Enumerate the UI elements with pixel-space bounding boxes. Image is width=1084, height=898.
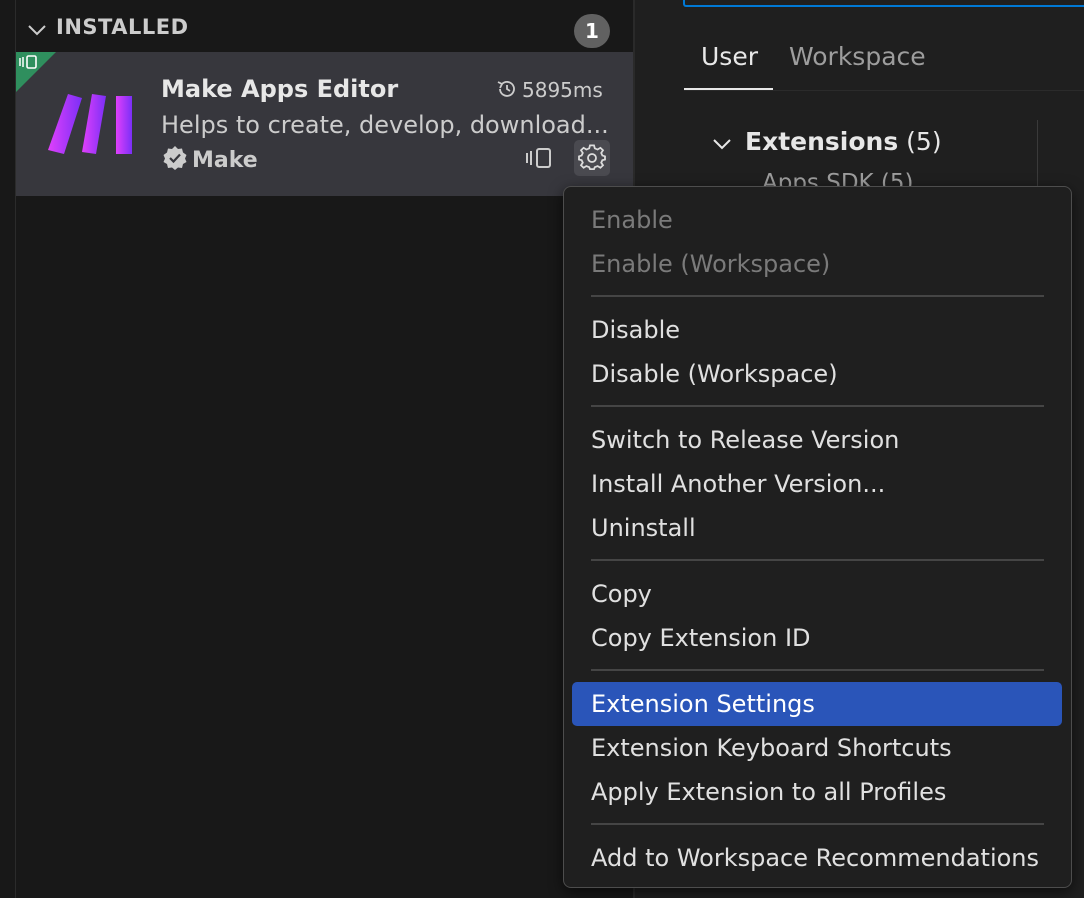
extension-description: Helps to create, develop, download... bbox=[161, 111, 609, 139]
gear-icon bbox=[578, 144, 606, 170]
chevron-down-icon[interactable] bbox=[711, 133, 733, 155]
activity-bar bbox=[0, 0, 16, 898]
menu-separator bbox=[591, 559, 1044, 561]
menu-separator bbox=[591, 823, 1044, 825]
menu-item-label: Uninstall bbox=[591, 514, 696, 542]
verified-badge-icon bbox=[163, 146, 187, 170]
activation-time: 5895ms bbox=[496, 78, 603, 102]
menu-item-label: Switch to Release Version bbox=[591, 426, 900, 454]
activation-time-value: 5895ms bbox=[522, 78, 603, 102]
menu-item-install-another-version[interactable]: Install Another Version... bbox=[572, 462, 1062, 506]
menu-item-label: Add to Workspace Recommendations bbox=[591, 844, 1040, 872]
settings-search-input[interactable] bbox=[683, 0, 1084, 7]
menu-item-label: Install Another Version... bbox=[591, 470, 886, 498]
menu-item-enable-workspace[interactable]: Enable (Workspace) bbox=[572, 242, 1062, 286]
menu-item-switch-release[interactable]: Switch to Release Version bbox=[572, 418, 1062, 462]
menu-item-copy-extension-id[interactable]: Copy Extension ID bbox=[572, 616, 1062, 660]
menu-separator bbox=[591, 405, 1044, 407]
remote-icon bbox=[19, 55, 37, 69]
menu-item-label: Disable bbox=[591, 316, 681, 344]
menu-item-add-workspace-recommendations[interactable]: Add to Workspace Recommendations bbox=[572, 836, 1062, 880]
menu-item-disable[interactable]: Disable bbox=[572, 308, 1062, 352]
tab-divider bbox=[684, 90, 1084, 91]
context-menu: Enable Enable (Workspace) Disable Disabl… bbox=[563, 186, 1072, 888]
menu-item-label: Apply Extension to all Profiles bbox=[591, 778, 947, 806]
tab-workspace[interactable]: Workspace bbox=[789, 42, 926, 71]
make-logo-icon bbox=[48, 94, 132, 154]
menu-item-enable[interactable]: Enable bbox=[572, 198, 1062, 242]
manage-gear-button[interactable] bbox=[574, 140, 610, 176]
menu-separator bbox=[591, 295, 1044, 297]
section-title: INSTALLED bbox=[56, 15, 189, 39]
extension-name: Make Apps Editor bbox=[161, 75, 399, 103]
tab-user[interactable]: User bbox=[701, 42, 758, 71]
publisher[interactable]: Make bbox=[162, 145, 258, 173]
menu-item-apply-all-profiles[interactable]: Apply Extension to all Profiles bbox=[572, 770, 1062, 814]
menu-item-label: Enable (Workspace) bbox=[591, 250, 831, 278]
extension-list-item[interactable]: Make Apps Editor 5895ms Helps to create,… bbox=[16, 52, 633, 196]
menu-item-label: Enable bbox=[591, 206, 673, 234]
history-icon bbox=[497, 81, 515, 97]
tree-sash bbox=[1037, 120, 1038, 190]
menu-item-label: Extension Settings bbox=[591, 690, 815, 718]
count-badge: 1 bbox=[574, 14, 610, 48]
menu-item-copy[interactable]: Copy bbox=[572, 572, 1062, 616]
tree-group-count: (5) bbox=[906, 127, 942, 156]
menu-item-disable-workspace[interactable]: Disable (Workspace) bbox=[572, 352, 1062, 396]
publisher-name: Make bbox=[192, 148, 258, 173]
menu-item-label: Copy bbox=[591, 580, 652, 608]
installed-section-header[interactable]: INSTALLED 1 bbox=[16, 0, 633, 52]
menu-separator bbox=[591, 669, 1044, 671]
remote-icon[interactable] bbox=[524, 146, 556, 170]
menu-item-label: Disable (Workspace) bbox=[591, 360, 838, 388]
chevron-down-icon[interactable] bbox=[26, 19, 48, 41]
menu-item-label: Copy Extension ID bbox=[591, 624, 811, 652]
tree-group-label: Extensions bbox=[745, 127, 899, 156]
settings-tree-group[interactable]: Extensions (5) bbox=[745, 127, 942, 156]
menu-item-keyboard-shortcuts[interactable]: Extension Keyboard Shortcuts bbox=[572, 726, 1062, 770]
menu-item-extension-settings[interactable]: Extension Settings bbox=[572, 682, 1062, 726]
menu-item-uninstall[interactable]: Uninstall bbox=[572, 506, 1062, 550]
extensions-sidebar: INSTALLED 1 Make Apps Editor 5895ms Help… bbox=[16, 0, 633, 898]
menu-item-label: Extension Keyboard Shortcuts bbox=[591, 734, 952, 762]
